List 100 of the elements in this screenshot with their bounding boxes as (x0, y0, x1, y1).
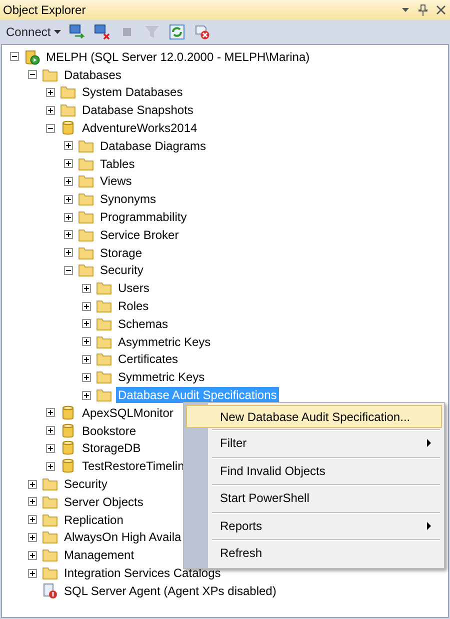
expand-icon[interactable] (64, 159, 73, 168)
menu-item[interactable]: Refresh (186, 541, 442, 566)
tree-item[interactable]: Synonyms (98, 191, 158, 208)
menu-item[interactable]: Reports (186, 514, 442, 538)
expand-icon[interactable] (64, 212, 73, 222)
expand-icon[interactable] (28, 532, 37, 542)
expand-icon[interactable] (64, 141, 73, 150)
tree-item[interactable]: Asymmetric Keys (116, 334, 213, 350)
expand-icon[interactable] (28, 550, 37, 560)
tree-item[interactable]: ApexSQLMonitor (80, 404, 176, 421)
submenu-arrow-icon (427, 439, 431, 448)
database-icon (60, 404, 76, 421)
tree-item[interactable]: Databases (62, 66, 124, 83)
folder-icon (42, 66, 58, 83)
menu-item[interactable]: Find Invalid Objects (186, 458, 442, 483)
tree-item[interactable]: AdventureWorks2014 (80, 120, 200, 136)
expand-icon[interactable] (28, 568, 37, 578)
folder-icon (96, 298, 112, 314)
caret-icon (54, 30, 61, 34)
pin-icon[interactable] (418, 4, 428, 16)
expand-icon[interactable] (82, 390, 91, 400)
tree-item[interactable]: SQL Server Agent (Agent XPs disabled) (62, 582, 278, 599)
tree-item[interactable]: Service Broker (98, 226, 181, 243)
folder-icon (96, 334, 112, 350)
expand-icon[interactable] (28, 480, 37, 489)
tree-item[interactable]: Bookstore (80, 422, 138, 439)
tree-item[interactable]: StorageDB (80, 440, 143, 456)
dropdown-icon[interactable] (401, 7, 410, 13)
expand-icon[interactable] (46, 106, 55, 115)
connect-button[interactable]: Connect (6, 25, 61, 39)
close-icon[interactable] (436, 5, 446, 15)
tree-item[interactable]: Security (98, 262, 146, 278)
tree-item[interactable]: MELPH (SQL Server 12.0.2000 - MELPH\Marina) (44, 48, 312, 65)
expand-icon[interactable] (28, 497, 37, 506)
collapse-icon[interactable] (28, 70, 37, 80)
expand-icon[interactable] (82, 319, 91, 328)
tree-item[interactable]: Storage (98, 244, 144, 261)
tree-item[interactable]: Symmetric Keys (116, 369, 207, 386)
tree-item[interactable]: TestRestoreTimelin (80, 458, 186, 474)
tree-item[interactable]: Roles (116, 298, 151, 314)
tree-item[interactable]: System Databases (80, 84, 185, 100)
folder-icon (78, 173, 94, 190)
folder-icon (78, 156, 94, 172)
expand-icon[interactable] (46, 462, 55, 471)
folder-icon (78, 244, 94, 261)
folder-icon (42, 529, 58, 546)
tree-item[interactable]: Server Objects (62, 494, 146, 510)
expand-icon[interactable] (46, 408, 55, 418)
expand-icon[interactable] (46, 88, 55, 97)
folder-icon (42, 476, 58, 492)
expand-icon[interactable] (64, 248, 73, 258)
menu-item[interactable]: Start PowerShell (186, 486, 442, 510)
collapse-icon[interactable] (46, 124, 55, 133)
collapse-icon[interactable] (64, 266, 73, 275)
expand-icon[interactable] (28, 515, 37, 524)
tree-item[interactable]: Programmability (98, 209, 189, 226)
folder-icon (78, 226, 94, 243)
expand-icon[interactable] (46, 426, 55, 436)
folder-icon (42, 512, 58, 528)
script-stop-icon (194, 24, 210, 40)
server-icon (24, 48, 40, 65)
tree-item[interactable]: Security (62, 476, 110, 492)
tree-item[interactable]: AlwaysOn High Availa (62, 529, 184, 546)
tree-item[interactable]: Schemas (116, 316, 170, 332)
toolbar-button[interactable] (168, 23, 186, 41)
folder-icon (96, 280, 112, 296)
folder-icon (78, 138, 94, 154)
expand-icon[interactable] (46, 444, 55, 453)
toolbar-button[interactable] (192, 23, 211, 41)
collapse-icon[interactable] (10, 52, 19, 62)
toolbar-button[interactable] (68, 23, 86, 41)
disconnect-icon (94, 24, 110, 40)
folder-icon (78, 262, 94, 278)
database-icon (60, 458, 76, 474)
tree-item[interactable]: Tables (98, 156, 137, 172)
toolbar-button[interactable] (92, 23, 111, 41)
window-title: Object Explorer (3, 3, 87, 17)
agent-icon (42, 582, 58, 599)
database-icon (60, 422, 76, 439)
expand-icon[interactable] (82, 354, 91, 364)
tree-item[interactable]: Database Snapshots (80, 102, 196, 118)
expand-icon[interactable] (82, 372, 91, 382)
expand-icon[interactable] (64, 176, 73, 186)
tree-item[interactable]: Management (62, 547, 136, 564)
tree-item[interactable]: Users (116, 280, 152, 296)
expand-icon[interactable] (82, 284, 91, 293)
menu-item[interactable]: Filter (186, 431, 442, 456)
tree-item[interactable]: Database Diagrams (98, 138, 208, 154)
expand-icon[interactable] (82, 337, 91, 346)
folder-icon (42, 565, 58, 581)
tree-item[interactable]: Views (98, 173, 134, 190)
database-icon (60, 440, 76, 456)
menu-item[interactable]: New Database Audit Specification... (186, 405, 442, 428)
expand-icon[interactable] (64, 230, 73, 240)
expand-icon[interactable] (82, 302, 91, 311)
submenu-arrow-icon (427, 522, 431, 530)
tree-item[interactable]: Replication (62, 512, 126, 528)
expand-icon[interactable] (64, 194, 73, 204)
tree-item[interactable]: Integration Services Catalogs (62, 565, 223, 581)
tree-item[interactable]: Certificates (116, 351, 180, 368)
